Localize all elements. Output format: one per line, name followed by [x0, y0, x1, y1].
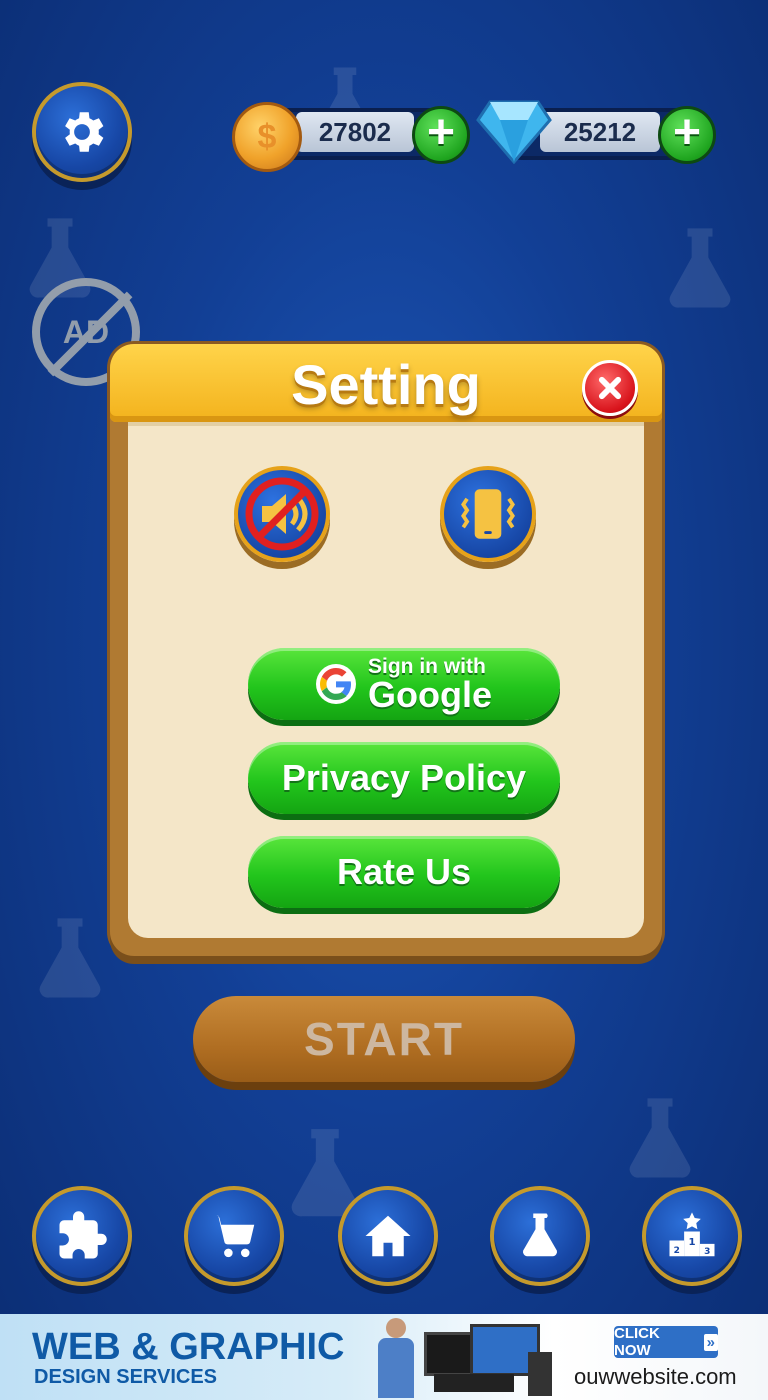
- dialog-body: Sign in with Google Privacy Policy Rate …: [128, 422, 644, 938]
- flask-decoration: [629, 1098, 691, 1178]
- banner-url: ouwwebsite.com: [574, 1364, 737, 1389]
- puzzle-icon: [59, 1211, 107, 1259]
- podium-icon: 1 2 3: [669, 1212, 715, 1257]
- privacy-policy-button[interactable]: Privacy Policy: [248, 742, 560, 814]
- add-gems-button[interactable]: +: [658, 106, 716, 164]
- flask-icon: [522, 1213, 558, 1257]
- diamond-icon: [476, 100, 552, 164]
- double-chevron-icon: »: [703, 1333, 718, 1351]
- svg-text:2: 2: [674, 1246, 680, 1256]
- cart-icon: [211, 1215, 255, 1258]
- close-button[interactable]: [582, 360, 638, 416]
- close-icon: [598, 376, 622, 400]
- rate-us-button[interactable]: Rate Us: [248, 836, 560, 908]
- settings-dialog: Setting Sign in with Google Privacy Poli…: [110, 344, 662, 956]
- google-logo-icon: [316, 664, 356, 704]
- svg-text:3: 3: [704, 1247, 710, 1257]
- ad-banner[interactable]: WEB & GRAPHIC DESIGN SERVICES CLICK NOW …: [0, 1314, 768, 1400]
- nav-shop-button[interactable]: [184, 1186, 284, 1286]
- gem-count: 25212: [540, 112, 660, 152]
- home-icon: [365, 1215, 411, 1257]
- start-label: START: [304, 1013, 464, 1065]
- banner-person-image: [372, 1318, 422, 1398]
- vibrate-phone-icon: [461, 489, 515, 539]
- start-button[interactable]: START: [193, 996, 575, 1082]
- muted-speaker-icon: [245, 477, 319, 551]
- flask-decoration: [39, 918, 101, 998]
- google-label: Sign in with Google: [368, 656, 492, 713]
- privacy-policy-label: Privacy Policy: [281, 757, 527, 798]
- dialog-header: Setting: [110, 344, 662, 422]
- plus-icon: +: [672, 106, 702, 159]
- nav-lab-button[interactable]: [490, 1186, 590, 1286]
- gear-icon: [65, 112, 104, 152]
- dialog-title: Setting: [291, 353, 481, 416]
- rate-us-label: Rate Us: [336, 851, 472, 892]
- nav-leaderboard-button[interactable]: 1 2 3: [642, 1186, 742, 1286]
- banner-cta-button[interactable]: CLICK NOW »: [614, 1325, 718, 1359]
- coin-icon: $: [232, 102, 302, 172]
- banner-subtitle: DESIGN SERVICES: [34, 1366, 218, 1388]
- google-signin-button[interactable]: Sign in with Google: [248, 648, 560, 720]
- vibration-toggle[interactable]: [440, 466, 536, 562]
- flask-decoration: [669, 228, 731, 308]
- plus-icon: +: [426, 106, 456, 159]
- coin-count: 27802: [296, 112, 414, 152]
- banner-devices-image: [424, 1324, 554, 1396]
- banner-title: WEB & GRAPHIC: [32, 1326, 345, 1368]
- svg-text:1: 1: [688, 1237, 695, 1248]
- settings-button[interactable]: [32, 82, 132, 182]
- nav-puzzle-button[interactable]: [32, 1186, 132, 1286]
- sound-toggle[interactable]: [234, 466, 330, 562]
- google-label-line2: Google: [368, 673, 492, 715]
- add-coins-button[interactable]: +: [412, 106, 470, 164]
- nav-home-button[interactable]: [338, 1186, 438, 1286]
- banner-cta-label: CLICK NOW: [614, 1325, 660, 1359]
